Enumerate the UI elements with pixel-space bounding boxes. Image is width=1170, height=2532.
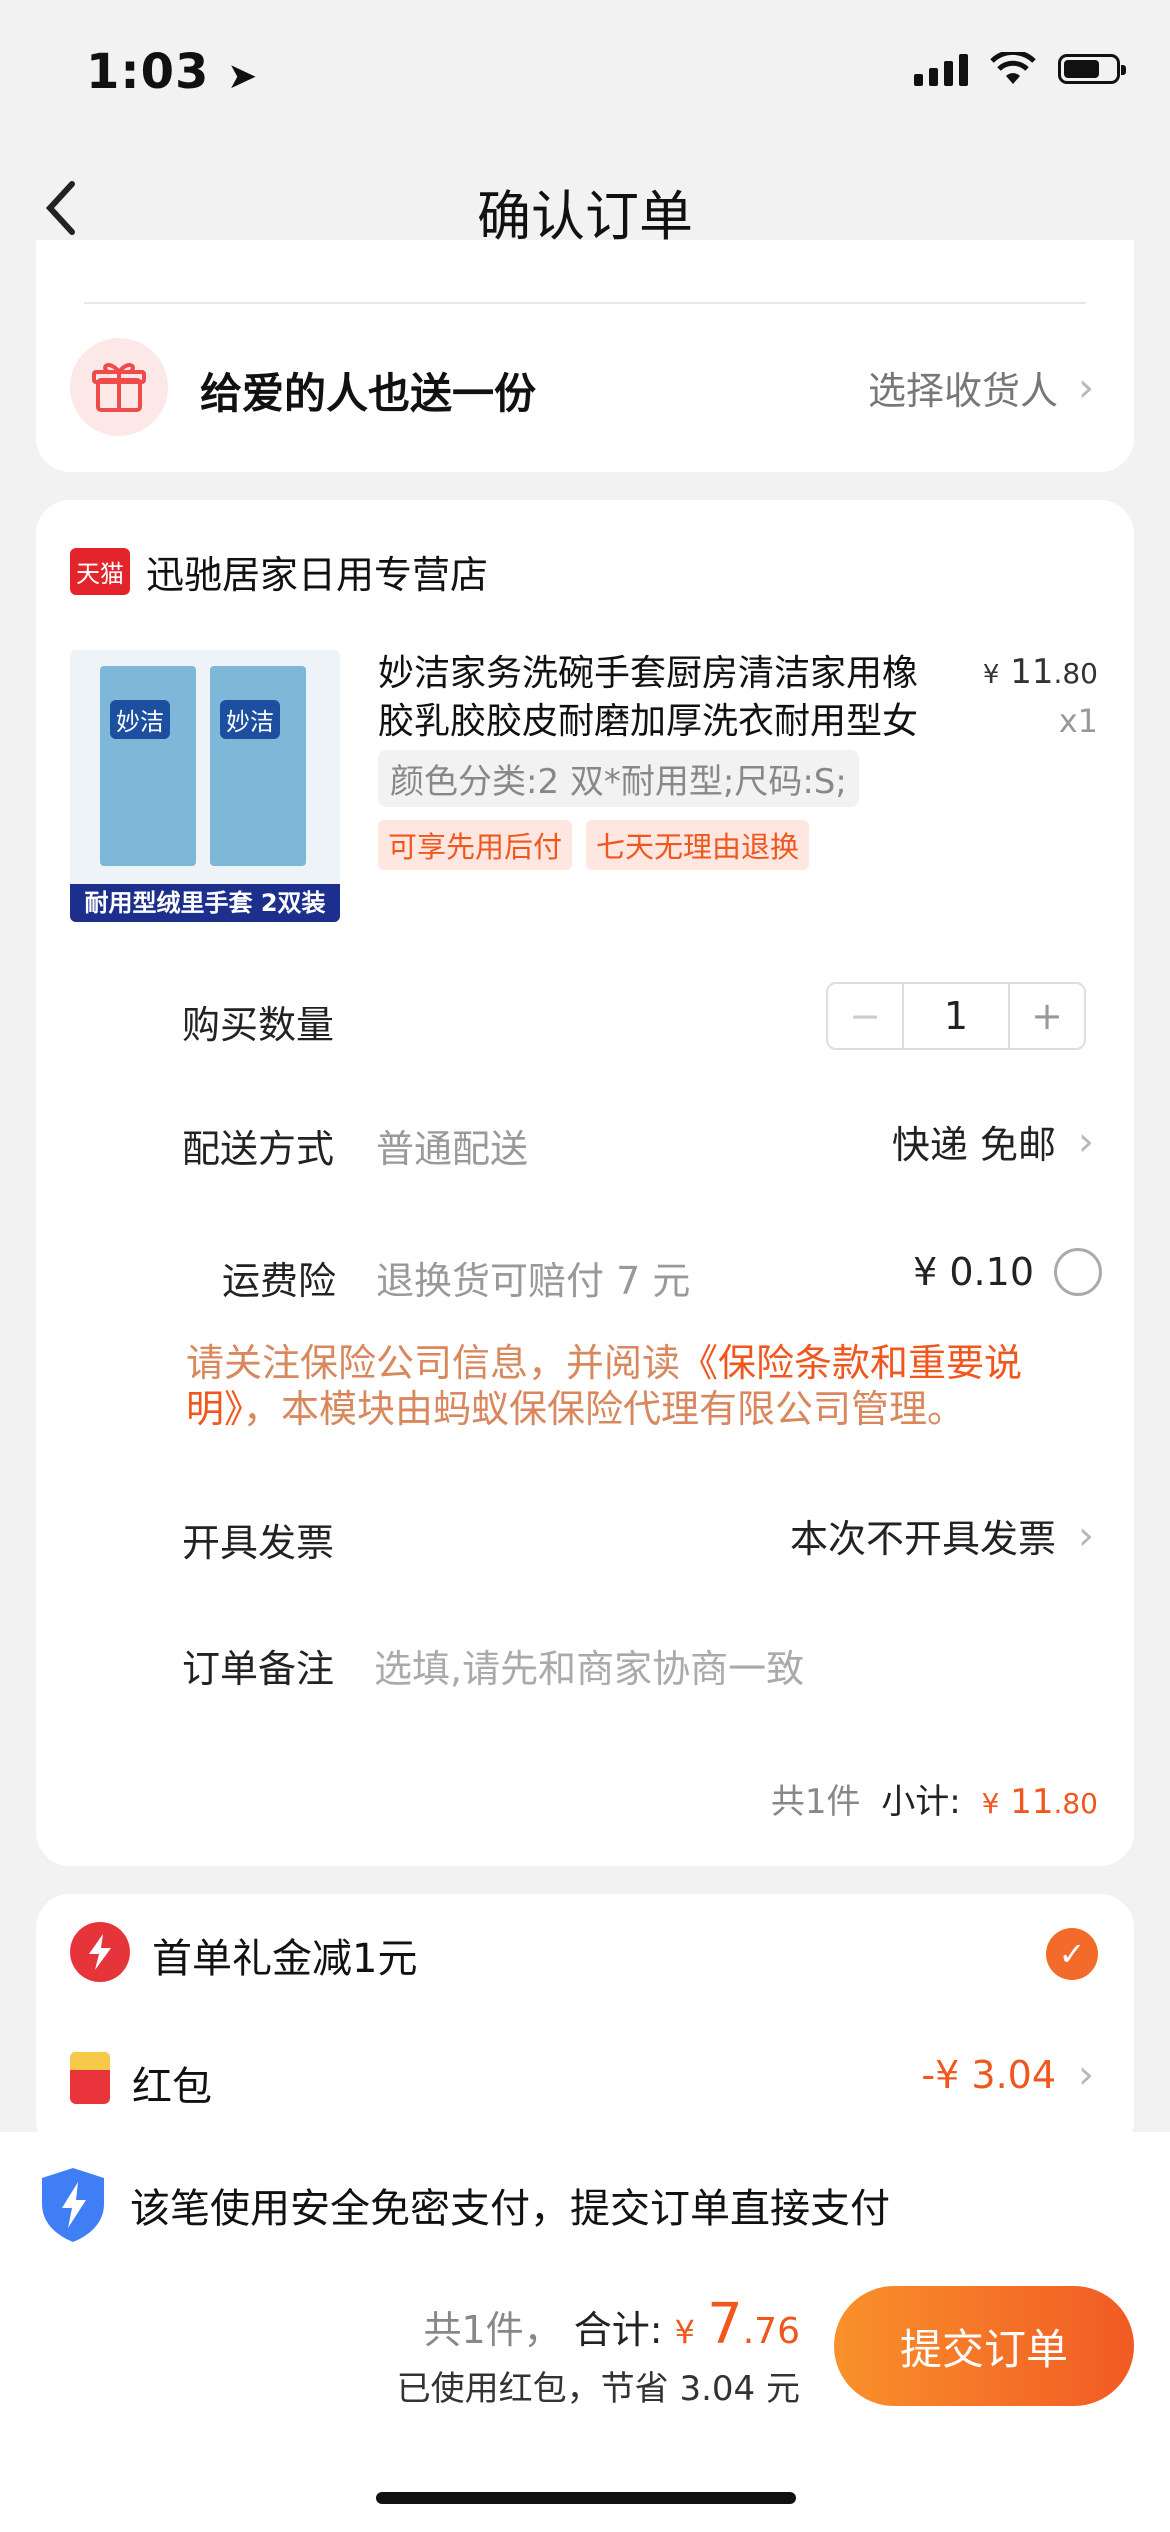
- insurance-radio[interactable]: [1054, 1248, 1102, 1296]
- quantity-input[interactable]: 1: [904, 984, 1008, 1048]
- order-total: 共1件， 合计: ¥ 7.76 已使用红包，节省 3.04 元: [396, 2292, 800, 2409]
- return-tag: 七天无理由退换: [586, 820, 810, 870]
- wifi-icon: [990, 52, 1036, 84]
- product-tags: 可享先用后付 七天无理由退换: [378, 820, 810, 870]
- product-quantity: x1: [1058, 702, 1098, 740]
- shipping-selector[interactable]: 快递 免邮 ›: [892, 1114, 1094, 1169]
- status-icons: [914, 52, 1126, 86]
- shipping-label: 配送方式: [182, 1127, 335, 1171]
- insurance-notice: 请关注保险公司信息，并阅读《保险条款和重要说明》，本模块由蚂蚁保保险代理有限公司…: [186, 1341, 1023, 1431]
- submit-order-button[interactable]: 提交订单: [834, 2286, 1134, 2406]
- quantity-stepper: − 1 +: [826, 982, 1086, 1050]
- decrease-button[interactable]: −: [828, 984, 904, 1048]
- chevron-right-icon: ›: [1078, 2052, 1094, 2098]
- chevron-right-icon: ›: [1078, 1118, 1094, 1165]
- battery-icon: [1058, 54, 1126, 84]
- store-name: 迅驰居家日用专营店: [146, 553, 489, 597]
- location-arrow-icon: ➤: [227, 56, 259, 97]
- remark-input[interactable]: 选填,请先和商家协商一致: [374, 1638, 804, 1693]
- home-indicator: [376, 2492, 796, 2504]
- saved-text: 已使用红包，节省 3.04 元: [396, 2369, 800, 2409]
- chevron-right-icon: ›: [1078, 1512, 1094, 1559]
- status-time: 1:03 ➤: [86, 44, 259, 100]
- cellular-signal-icon: [914, 52, 968, 86]
- red-packet-icon: [70, 2052, 110, 2104]
- insurance-label: 运费险: [222, 1259, 337, 1303]
- product-image[interactable]: 妙洁 妙洁 耐用型绒里手套 2双装: [70, 650, 340, 922]
- secure-pay-text: 该笔使用安全免密支付，提交订单直接支付: [130, 2186, 890, 2232]
- increase-button[interactable]: +: [1008, 984, 1084, 1048]
- insurance-price: ¥ 0.10: [913, 1250, 1034, 1294]
- invoice-label: 开具发票: [182, 1521, 335, 1565]
- gift-icon: [70, 338, 168, 436]
- discounts-card: 首单礼金减1元 ✓ 红包 -¥ 3.04 ›: [36, 1894, 1134, 2154]
- product-image-brand: 妙洁: [110, 700, 170, 739]
- shipping-value: 普通配送: [376, 1127, 529, 1171]
- red-packet-selector[interactable]: -¥ 3.04 ›: [921, 2052, 1094, 2098]
- subtotal: 共1件 小计: ¥ 11.80: [770, 1782, 1098, 1822]
- red-packet-label: 红包: [132, 2064, 212, 2110]
- insurance-value: 退换货可赔付 7 元: [376, 1259, 691, 1303]
- chevron-right-icon: ›: [1078, 364, 1094, 411]
- store-header[interactable]: 天猫 迅驰居家日用专营店: [70, 544, 488, 599]
- gift-title: 给爱的人也送一份: [200, 369, 537, 418]
- product-image-banner: 耐用型绒里手套 2双装: [70, 884, 340, 922]
- gift-card: 给爱的人也送一份 选择收货人 ›: [36, 240, 1134, 472]
- product-title[interactable]: 妙洁家务洗碗手套厨房清洁家用橡胶乳胶胶皮耐磨加厚洗衣耐用型女: [378, 650, 938, 746]
- tmall-badge: 天猫: [70, 548, 130, 595]
- product-spec[interactable]: 颜色分类:2 双*耐用型;尺码:S;: [378, 750, 859, 807]
- remark-label: 订单备注: [182, 1647, 335, 1691]
- pay-later-tag: 可享先用后付: [378, 820, 573, 870]
- checkmark-icon[interactable]: ✓: [1046, 1928, 1098, 1980]
- product-price: ¥ 11.80: [982, 652, 1098, 692]
- quantity-label: 购买数量: [182, 1003, 335, 1047]
- order-card: 天猫 迅驰居家日用专营店 妙洁 妙洁 耐用型绒里手套 2双装 妙洁家务洗碗手套厨…: [36, 500, 1134, 1866]
- first-order-discount: 首单礼金减1元: [152, 1936, 418, 1982]
- lightning-icon: [70, 1922, 130, 1982]
- select-recipient[interactable]: 选择收货人 ›: [868, 360, 1094, 415]
- invoice-selector[interactable]: 本次不开具发票 ›: [790, 1508, 1094, 1563]
- shield-icon: [38, 2166, 108, 2248]
